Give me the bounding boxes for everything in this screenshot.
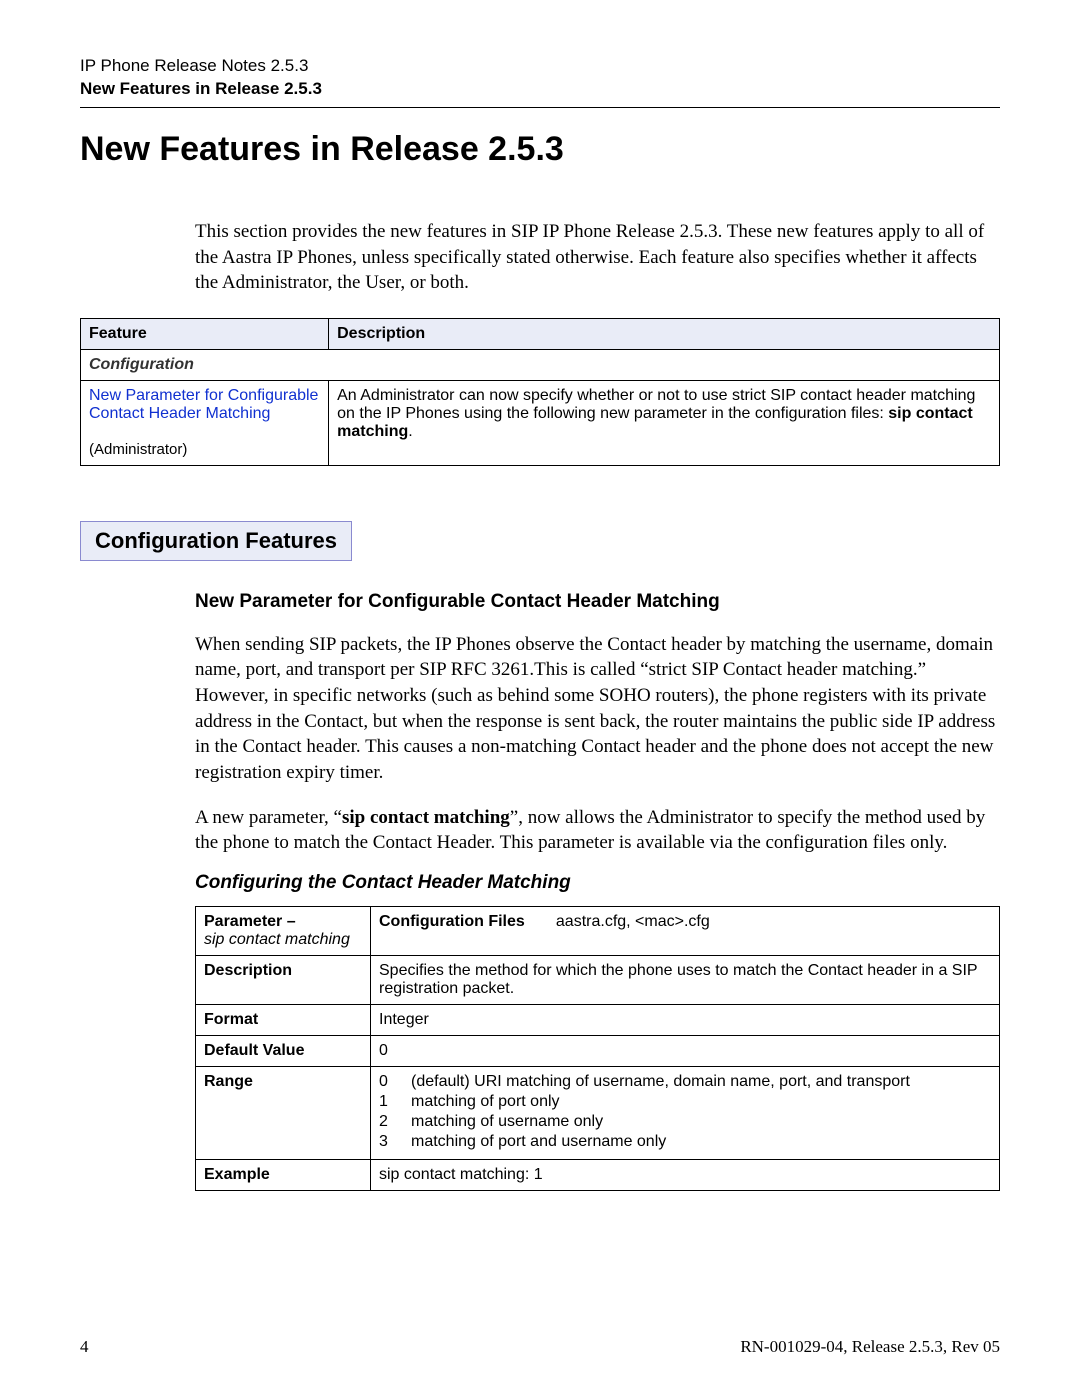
range-num-3: 3 xyxy=(379,1133,393,1151)
feature-link[interactable]: New Parameter for Configurable Contact H… xyxy=(89,387,318,422)
para2-pre: A new parameter, “ xyxy=(195,807,342,828)
range-num-2: 2 xyxy=(379,1113,393,1131)
range-text-1: matching of port only xyxy=(411,1093,560,1111)
range-label: Range xyxy=(196,1066,371,1159)
page-number: 4 xyxy=(80,1337,89,1357)
running-head: IP Phone Release Notes 2.5.3 New Feature… xyxy=(80,55,1000,101)
running-head-line2: New Features in Release 2.5.3 xyxy=(80,78,1000,101)
table-row: Parameter – sip contact matching Configu… xyxy=(196,906,1000,955)
feature-table: Feature Description Configuration New Pa… xyxy=(80,318,1000,466)
description-value: Specifies the method for which the phone… xyxy=(371,955,1000,1004)
config-files-cell: Configuration Files aastra.cfg, <mac>.cf… xyxy=(371,906,1000,955)
subsection-heading: New Parameter for Configurable Contact H… xyxy=(195,591,1000,613)
range-cell: 0 (default) URI matching of username, dom… xyxy=(371,1066,1000,1159)
page-title: New Features in Release 2.5.3 xyxy=(80,130,1000,169)
table-row: Range 0 (default) URI matching of usernam… xyxy=(196,1066,1000,1159)
feature-category-row: Configuration xyxy=(81,349,1000,380)
feature-description-cell: An Administrator can now specify whether… xyxy=(329,380,1000,465)
feature-col-header: Feature xyxy=(81,318,329,349)
table-row: Example sip contact matching: 1 xyxy=(196,1159,1000,1190)
default-label: Default Value xyxy=(196,1035,371,1066)
header-rule xyxy=(80,107,1000,108)
example-label: Example xyxy=(196,1159,371,1190)
parameter-name: sip contact matching xyxy=(204,931,350,948)
range-text-0: (default) URI matching of username, doma… xyxy=(411,1073,910,1091)
table-row: Format Integer xyxy=(196,1004,1000,1035)
feature-cell: New Parameter for Configurable Contact H… xyxy=(81,380,329,465)
table-row: Default Value 0 xyxy=(196,1035,1000,1066)
parameter-table: Parameter – sip contact matching Configu… xyxy=(195,906,1000,1191)
description-label: Description xyxy=(196,955,371,1004)
range-text-2: matching of username only xyxy=(411,1113,603,1131)
range-num-0: 0 xyxy=(379,1073,393,1091)
para2-bold: sip contact matching xyxy=(342,807,510,828)
param-dash: – xyxy=(282,913,295,930)
page-footer: 4 RN-001029-04, Release 2.5.3, Rev 05 xyxy=(80,1337,1000,1357)
running-head-line1: IP Phone Release Notes 2.5.3 xyxy=(80,55,1000,78)
format-label: Format xyxy=(196,1004,371,1035)
range-num-1: 1 xyxy=(379,1093,393,1111)
config-subheading: Configuring the Contact Header Matching xyxy=(195,872,1000,894)
section-heading-box: Configuration Features xyxy=(80,521,352,561)
example-value: sip contact matching: 1 xyxy=(371,1159,1000,1190)
format-value: Integer xyxy=(371,1004,1000,1035)
body-paragraph-2: A new parameter, “sip contact matching”,… xyxy=(195,805,1000,856)
feature-desc-post: . xyxy=(408,423,412,440)
doc-id: RN-001029-04, Release 2.5.3, Rev 05 xyxy=(740,1337,1000,1357)
feature-desc-pre: An Administrator can now specify whether… xyxy=(337,387,975,422)
feature-role: (Administrator) xyxy=(89,441,187,458)
description-col-header: Description xyxy=(329,318,1000,349)
parameter-label: Parameter xyxy=(204,913,282,930)
intro-paragraph: This section provides the new features i… xyxy=(195,219,1000,296)
default-value: 0 xyxy=(371,1035,1000,1066)
table-row: Description Specifies the method for whi… xyxy=(196,955,1000,1004)
table-row: New Parameter for Configurable Contact H… xyxy=(81,380,1000,465)
config-files-label: Configuration Files xyxy=(379,913,525,930)
range-text-3: matching of port and username only xyxy=(411,1133,666,1151)
body-paragraph-1: When sending SIP packets, the IP Phones … xyxy=(195,632,1000,786)
config-files-value: aastra.cfg, <mac>.cfg xyxy=(556,913,710,930)
param-label-cell: Parameter – sip contact matching xyxy=(196,906,371,955)
